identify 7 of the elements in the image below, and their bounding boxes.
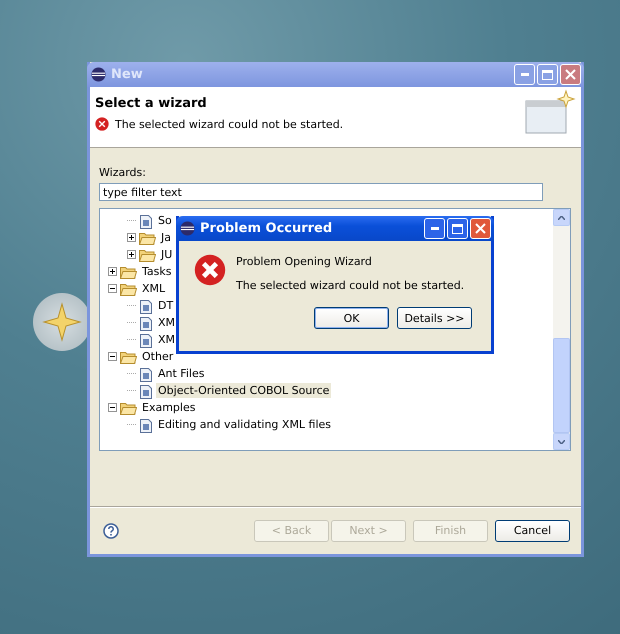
window-title: New [111, 67, 144, 82]
error-message: The selected wizard could not be started. [115, 118, 344, 130]
dialog-heading: Problem Opening Wizard [236, 255, 373, 268]
header-title: Select a wizard [95, 96, 208, 111]
dialog-message: The selected wizard could not be started. [236, 279, 464, 292]
wizards-label: Wizards: [99, 166, 147, 179]
dialog-title: Problem Occurred [200, 221, 334, 236]
